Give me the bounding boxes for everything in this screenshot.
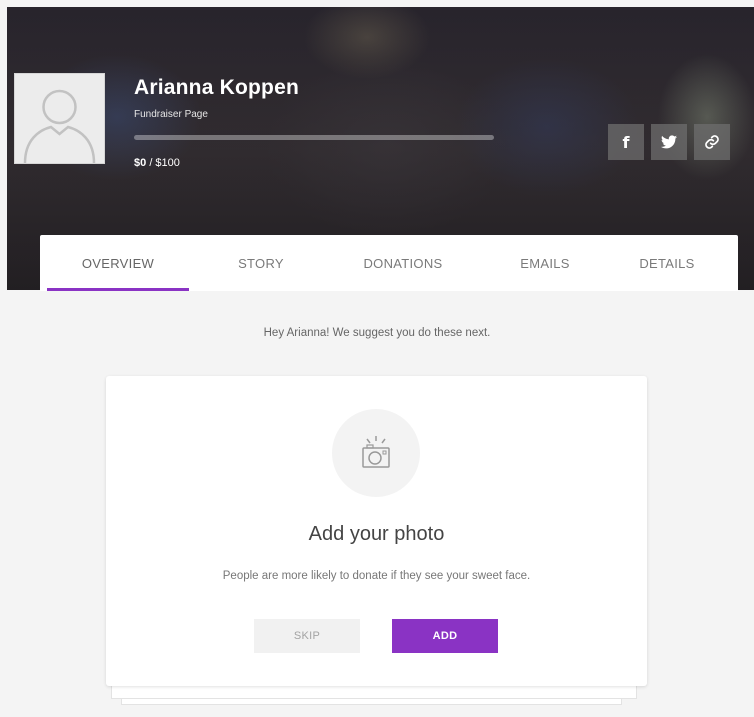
link-icon	[705, 135, 719, 149]
amount-raised: $0 / $100	[134, 157, 180, 169]
goal-amount: / $100	[149, 157, 180, 169]
stacked-card-middle	[111, 685, 637, 699]
tab-label: OVERVIEW	[81, 255, 155, 271]
copy-link-button[interactable]	[694, 124, 730, 160]
tab-label: EMAILS	[520, 255, 570, 271]
tab-story[interactable]: STORY	[190, 235, 332, 291]
tab-label: DONATIONS	[363, 255, 443, 271]
camera-icon	[362, 436, 390, 468]
camera-badge	[332, 409, 420, 497]
facebook-icon: f	[622, 132, 630, 152]
add-photo-button[interactable]: ADD	[392, 619, 498, 653]
twitter-icon	[661, 135, 677, 149]
fundraiser-name: Arianna Koppen	[134, 76, 299, 99]
page-tabs: OVERVIEW STORY DONATIONS EMAILS DETAILS	[40, 235, 738, 291]
raised-amount: $0	[134, 157, 147, 169]
card-title: Add your photo	[308, 523, 445, 545]
task-card-add-photo: Add your photo People are more likely to…	[106, 376, 647, 686]
user-silhouette-icon	[23, 89, 96, 163]
twitter-share-button[interactable]	[651, 124, 687, 160]
tab-details[interactable]: DETAILS	[596, 235, 738, 291]
tab-label: DETAILS	[639, 255, 695, 271]
avatar[interactable]	[14, 73, 105, 164]
fundraising-progress-bar	[134, 135, 494, 140]
suggestion-text: Hey Arianna! We suggest you do these nex…	[263, 327, 491, 339]
page-type-label: Fundraiser Page	[134, 109, 208, 120]
skip-button[interactable]: SKIP	[254, 619, 360, 653]
card-description: People are more likely to donate if they…	[222, 570, 531, 582]
tab-emails[interactable]: EMAILS	[474, 235, 616, 291]
tab-label: STORY	[238, 255, 284, 271]
tab-donations[interactable]: DONATIONS	[332, 235, 474, 291]
tab-overview[interactable]: OVERVIEW	[47, 235, 189, 291]
facebook-share-button[interactable]: f	[608, 124, 644, 160]
